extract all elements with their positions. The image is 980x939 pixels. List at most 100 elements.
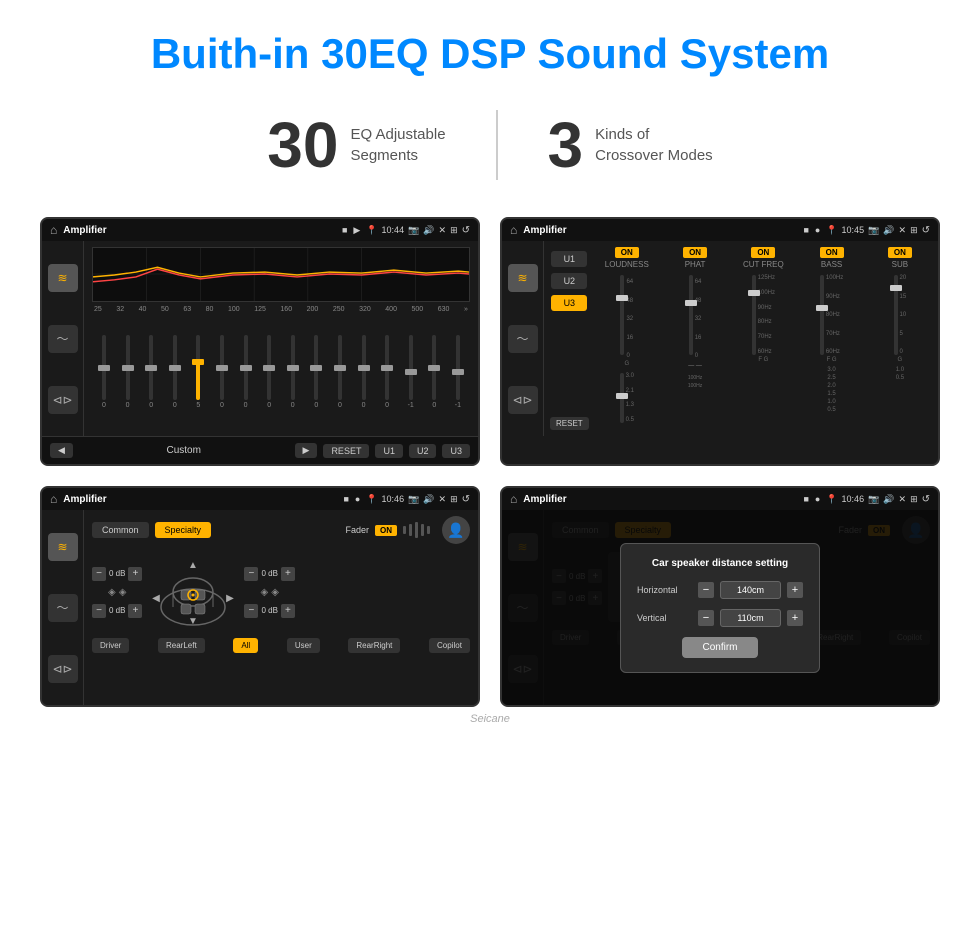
- db-plus-rl[interactable]: +: [128, 604, 142, 618]
- eq-slider-5[interactable]: 0: [212, 335, 232, 409]
- status-bar-2: ⌂ Amplifier ■ ● 📍 10:45 📷 🔊 ✕ ⊞ ↺: [502, 219, 938, 241]
- db-plus-fl[interactable]: +: [128, 567, 142, 581]
- time-2: 10:45: [842, 225, 865, 235]
- db-minus-fl[interactable]: −: [92, 567, 106, 581]
- camera-icon-1: 📷: [408, 225, 419, 236]
- play-btn-1[interactable]: ▶: [295, 443, 318, 458]
- u3-btn-1[interactable]: U3: [442, 444, 470, 458]
- preset-u2[interactable]: U2: [551, 273, 587, 289]
- db-minus-rl[interactable]: −: [92, 604, 106, 618]
- db-control-rr: − 0 dB +: [244, 604, 294, 618]
- back-icon-4[interactable]: ↺: [922, 494, 930, 505]
- eq-slider-1[interactable]: 0: [118, 335, 138, 409]
- vertical-plus-btn[interactable]: +: [787, 610, 803, 626]
- user-icon-3[interactable]: 👤: [442, 516, 470, 544]
- db-minus-rr[interactable]: −: [244, 604, 258, 618]
- eq-slider-9[interactable]: 0: [306, 335, 326, 409]
- eq-slider-6[interactable]: 0: [236, 335, 256, 409]
- bass-on-btn[interactable]: ON: [820, 247, 844, 258]
- eq-slider-8[interactable]: 0: [283, 335, 303, 409]
- preset-u3[interactable]: U3: [551, 295, 587, 311]
- confirm-button[interactable]: Confirm: [682, 637, 757, 658]
- phat-slider[interactable]: [689, 275, 693, 355]
- prev-btn-1[interactable]: ◀: [50, 443, 73, 458]
- modal-title-4: Car speaker distance setting: [637, 558, 803, 569]
- loudness-slider-2[interactable]: [620, 373, 624, 423]
- eq-icon-1[interactable]: ≋: [48, 264, 78, 292]
- sub-on-btn[interactable]: ON: [888, 247, 912, 258]
- eq-slider-15[interactable]: -1: [448, 335, 468, 409]
- user-btn-3[interactable]: User: [287, 638, 320, 653]
- eq-slider-13[interactable]: -1: [401, 335, 421, 409]
- vertical-minus-btn[interactable]: −: [698, 610, 714, 626]
- play-icon-1[interactable]: ▶: [353, 225, 360, 236]
- car-svg-3: ▲ ▼ ◀ ▶: [148, 552, 238, 632]
- vol-left-icon-3[interactable]: ⊲⊳: [48, 655, 78, 683]
- wave-icon-3[interactable]: 〜: [48, 594, 78, 622]
- home-icon-3[interactable]: ⌂: [50, 492, 57, 506]
- db-plus-rr[interactable]: +: [281, 604, 295, 618]
- reset-btn-1[interactable]: RESET: [323, 444, 369, 458]
- reset-btn-2[interactable]: RESET: [550, 417, 589, 430]
- back-icon-3[interactable]: ↺: [462, 494, 470, 505]
- location-icon-2: 📍: [826, 225, 837, 236]
- cutfreq-on-btn[interactable]: ON: [751, 247, 775, 258]
- wave-icon-2[interactable]: 〜: [508, 325, 538, 353]
- modal-row-vertical: Vertical − 110cm +: [637, 609, 803, 627]
- bass-slider[interactable]: [820, 275, 824, 355]
- eq-icon-2[interactable]: ≋: [508, 264, 538, 292]
- expand-icon-3: ⊞: [450, 494, 458, 505]
- eq-slider-0[interactable]: 0: [94, 335, 114, 409]
- phat-on-btn[interactable]: ON: [683, 247, 707, 258]
- back-icon-1[interactable]: ↺: [462, 225, 470, 236]
- sub-slider[interactable]: [894, 275, 898, 355]
- cutfreq-label: CUT FREQ: [743, 260, 784, 269]
- right-db-controls: − 0 dB + ◈ ◈ − 0 dB +: [244, 567, 294, 618]
- rearright-btn-3[interactable]: RearRight: [348, 638, 400, 653]
- app-name-3: Amplifier: [63, 494, 337, 505]
- status-icons-2: 📍 10:45 📷 🔊 ✕ ⊞ ↺: [826, 225, 930, 236]
- horizontal-plus-btn[interactable]: +: [787, 582, 803, 598]
- wave-icon-1[interactable]: 〜: [48, 325, 78, 353]
- loudness-on-btn[interactable]: ON: [615, 247, 639, 258]
- db-plus-fr[interactable]: +: [281, 567, 295, 581]
- back-icon-2[interactable]: ↺: [922, 225, 930, 236]
- rearleft-btn-3[interactable]: RearLeft: [158, 638, 205, 653]
- home-icon-1[interactable]: ⌂: [50, 223, 57, 237]
- screens-grid: ⌂ Amplifier ■ ▶ 📍 10:44 📷 🔊 ✕ ⊞ ↺ ≋: [40, 217, 940, 707]
- u1-btn-1[interactable]: U1: [375, 444, 403, 458]
- vol-left-icon-1[interactable]: ⊲⊳: [48, 386, 78, 414]
- horizontal-value: 140cm: [720, 581, 781, 599]
- common-tab-3[interactable]: Common: [92, 522, 149, 538]
- page-title: Buith-in 30EQ DSP Sound System: [40, 30, 940, 78]
- db-minus-fr[interactable]: −: [244, 567, 258, 581]
- eq-slider-11[interactable]: 0: [354, 335, 374, 409]
- eq-slider-7[interactable]: 0: [259, 335, 279, 409]
- eq-slider-10[interactable]: 0: [330, 335, 350, 409]
- copilot-btn-3[interactable]: Copilot: [429, 638, 470, 653]
- preset-u1[interactable]: U1: [551, 251, 587, 267]
- specialty-tab-3[interactable]: Specialty: [155, 522, 212, 538]
- horizontal-minus-btn[interactable]: −: [698, 582, 714, 598]
- status-icons-3: 📍 10:46 📷 🔊 ✕ ⊞ ↺: [366, 494, 470, 505]
- loudness-slider[interactable]: [620, 275, 624, 355]
- all-btn-3[interactable]: All: [233, 638, 258, 653]
- car-diagram-3: ▲ ▼ ◀ ▶: [148, 552, 238, 632]
- u2-btn-1[interactable]: U2: [409, 444, 437, 458]
- eq-slider-14[interactable]: 0: [424, 335, 444, 409]
- eq-slider-2[interactable]: 0: [141, 335, 161, 409]
- driver-btn-3[interactable]: Driver: [92, 638, 129, 653]
- location-icon-1: 📍: [366, 225, 377, 236]
- eq-slider-12[interactable]: 0: [377, 335, 397, 409]
- home-icon-2[interactable]: ⌂: [510, 223, 517, 237]
- vol-left-icon-2[interactable]: ⊲⊳: [508, 386, 538, 414]
- fader-on-btn-3[interactable]: ON: [375, 525, 397, 536]
- home-icon-4[interactable]: ⌂: [510, 492, 517, 506]
- stat-block-crossover: 3 Kinds of Crossover Modes: [498, 108, 763, 182]
- cutfreq-slider[interactable]: [752, 275, 756, 355]
- eq-slider-4[interactable]: 5: [188, 335, 208, 409]
- db-value-fr: 0 dB: [261, 569, 277, 578]
- eq-icon-3[interactable]: ≋: [48, 533, 78, 561]
- screen-4-distance: ⌂ Amplifier ■ ● 📍 10:46 📷 🔊 ✕ ⊞ ↺ ≋: [500, 486, 940, 707]
- eq-slider-3[interactable]: 0: [165, 335, 185, 409]
